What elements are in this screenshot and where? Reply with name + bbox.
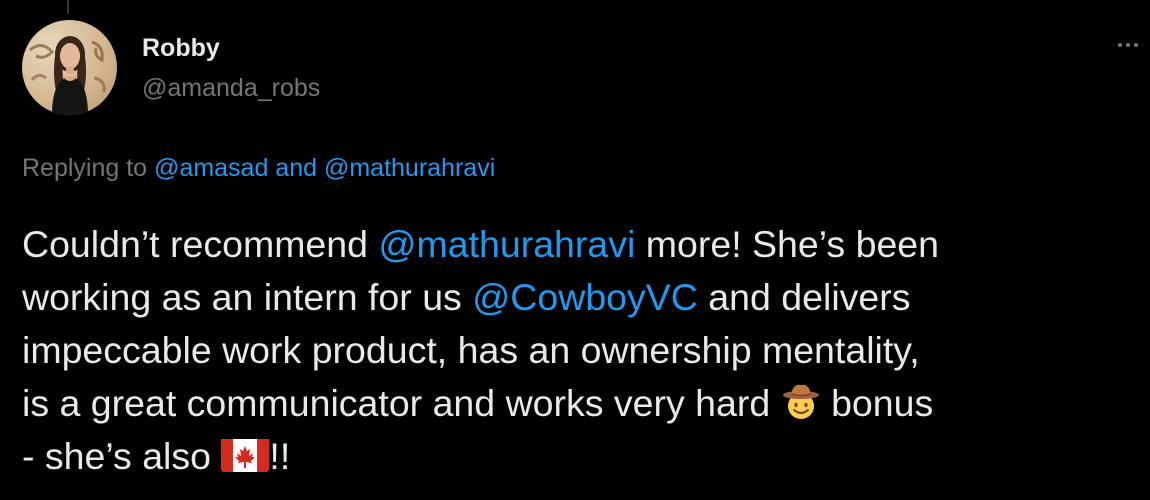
mention-link[interactable]: @mathurahravi <box>324 154 495 182</box>
tweet-line: working as an intern for us @CowboyVC an… <box>22 271 1147 324</box>
tweet-text-segment: more! She’s been <box>635 223 940 265</box>
tweet-text-segment: - she’s also <box>22 435 222 477</box>
tweet-line: impeccable work product, has an ownershi… <box>22 324 1147 377</box>
replying-prefix: Replying to <box>22 154 155 182</box>
author-handle[interactable]: @amanda_robs <box>142 73 320 103</box>
tweet-text-segment: !! <box>269 435 291 477</box>
mention-link[interactable]: @CowboyVC <box>472 276 698 318</box>
author-name[interactable]: Robby <box>142 33 220 63</box>
tweet-line: Couldn’t recommend @mathurahravi more! S… <box>22 218 1147 271</box>
tweet-text-segment: is a great communicator and works very h… <box>22 382 781 424</box>
more-dot <box>1126 43 1130 47</box>
more-dot <box>1134 43 1138 47</box>
more-options-icon[interactable] <box>1110 30 1146 60</box>
avatar[interactable] <box>22 20 117 115</box>
tweet-text: Couldn’t recommend @mathurahravi more! S… <box>22 218 1147 483</box>
cowboy-hat-face-emoji-icon <box>781 381 821 421</box>
tweet-text-segment: bonus <box>820 382 934 424</box>
mention-link[interactable]: @mathurahravi <box>378 223 635 265</box>
replying-to: Replying to @amasad and @mathurahravi <box>22 153 495 183</box>
avatar-photo <box>29 36 106 115</box>
more-dot <box>1118 43 1122 47</box>
tweet-text-segment: working as an intern for us <box>22 276 473 318</box>
tweet-text-segment: and delivers <box>697 276 911 318</box>
canada-flag-emoji-icon <box>221 436 270 472</box>
thread-connector-line <box>67 0 69 14</box>
tweet-line: - she’s also !! <box>22 430 1147 483</box>
mention-link[interactable]: @amasad <box>154 154 268 182</box>
replying-conjunction[interactable]: and <box>268 154 324 182</box>
tweet-text-segment: impeccable work product, has an ownershi… <box>22 329 920 371</box>
tweet-line: is a great communicator and works very h… <box>22 377 1147 430</box>
tweet-text-segment: Couldn’t recommend <box>22 223 379 265</box>
